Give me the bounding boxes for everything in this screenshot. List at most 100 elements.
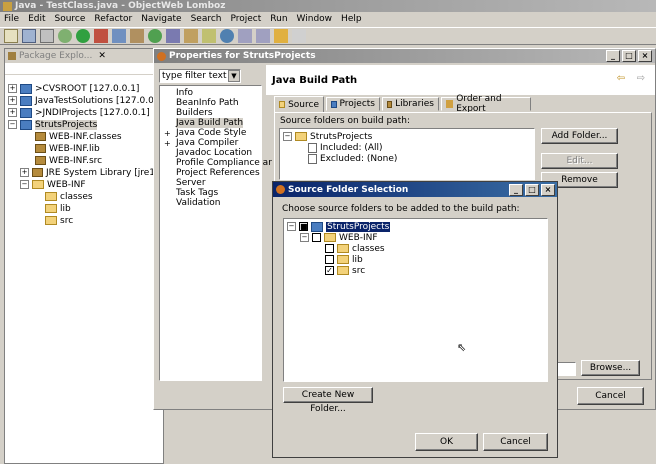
- nav-item-task-tags[interactable]: Task Tags: [176, 188, 218, 198]
- menu-refactor[interactable]: Refactor: [94, 14, 132, 24]
- cancel-button[interactable]: Cancel: [483, 433, 548, 451]
- menu-window[interactable]: Window: [297, 14, 333, 24]
- new-package-icon[interactable]: [130, 29, 144, 43]
- expand-icon[interactable]: +: [164, 129, 171, 138]
- debug-icon[interactable]: [58, 29, 72, 43]
- tree-item[interactable]: src: [45, 215, 73, 226]
- expand-icon[interactable]: +: [8, 108, 17, 117]
- prev-annotation-icon[interactable]: [238, 29, 252, 43]
- cancel-button[interactable]: Cancel: [577, 387, 644, 405]
- tree-item-selected[interactable]: − ■ StrutsProjects: [287, 221, 391, 232]
- tree-item[interactable]: − WEB-INF: [300, 232, 378, 243]
- maximize-icon[interactable]: □: [622, 50, 636, 62]
- tree-item[interactable]: Included: (All): [308, 142, 383, 153]
- tree-item[interactable]: WEB-INF.src: [35, 155, 102, 166]
- maximize-icon[interactable]: □: [525, 183, 539, 196]
- menu-project[interactable]: Project: [230, 14, 261, 24]
- collapse-icon[interactable]: −: [8, 120, 17, 129]
- tree-item[interactable]: − WEB-INF: [20, 179, 86, 190]
- forward-icon[interactable]: ⇨: [637, 73, 645, 84]
- collapse-icon[interactable]: −: [287, 222, 296, 231]
- checkbox[interactable]: ✓: [325, 266, 334, 275]
- tree-item[interactable]: ✓ src: [325, 265, 365, 276]
- expand-icon[interactable]: +: [8, 84, 17, 93]
- chevron-down-icon[interactable]: ▼: [228, 70, 240, 82]
- menu-edit[interactable]: Edit: [28, 14, 45, 24]
- nav-item-java-code-style[interactable]: Java Code Style: [176, 128, 246, 138]
- search-icon[interactable]: [202, 29, 216, 43]
- collapse-icon[interactable]: −: [300, 233, 309, 242]
- filter-input[interactable]: type filter text ▼: [159, 69, 241, 83]
- menu-run[interactable]: Run: [270, 14, 287, 24]
- menu-file[interactable]: File: [4, 14, 19, 24]
- minimize-icon[interactable]: _: [509, 183, 523, 196]
- checkbox[interactable]: ■: [299, 222, 308, 231]
- globe-icon[interactable]: [220, 29, 234, 43]
- back-icon[interactable]: ⇦: [617, 73, 625, 84]
- source-folder-selection-dialog: Source Folder Selection _ □ × Choose sou…: [272, 181, 558, 458]
- expand-icon[interactable]: +: [164, 139, 171, 148]
- collapse-icon[interactable]: −: [283, 132, 292, 141]
- nav-item-javadoc-location[interactable]: Javadoc Location: [176, 148, 252, 158]
- tree-item[interactable]: + >CVSROOT [127.0.0.1]: [8, 83, 139, 94]
- new-class-icon[interactable]: [148, 29, 162, 43]
- nav-item-validation[interactable]: Validation: [176, 198, 220, 208]
- nav-item-java-compiler[interactable]: Java Compiler: [176, 138, 238, 148]
- nav-item-java-build-path[interactable]: Java Build Path: [176, 118, 244, 128]
- nav-item-project-references[interactable]: Project References: [176, 168, 260, 178]
- tree-item[interactable]: + JRE System Library [jre1.5: [20, 167, 164, 178]
- tree-item[interactable]: + >JNDIProjects [127.0.0.1]: [8, 107, 150, 118]
- expand-icon[interactable]: +: [8, 96, 17, 105]
- checkbox[interactable]: [312, 233, 321, 242]
- tree-item[interactable]: classes: [325, 243, 385, 254]
- close-icon[interactable]: ×: [541, 183, 555, 196]
- nav-item-server[interactable]: Server: [176, 178, 206, 188]
- external-tools-icon[interactable]: [94, 29, 108, 43]
- nav-item-beaninfo-path[interactable]: BeanInfo Path: [176, 98, 239, 108]
- back-icon[interactable]: [274, 29, 288, 43]
- collapse-icon[interactable]: −: [20, 180, 29, 189]
- menu-bar: File Edit Source Refactor Navigate Searc…: [0, 12, 656, 26]
- minimize-icon[interactable]: _: [606, 50, 620, 62]
- nav-item-profile-compliance[interactable]: Profile Compliance ar: [176, 158, 272, 168]
- forward-icon[interactable]: [292, 29, 306, 43]
- expand-icon[interactable]: +: [20, 168, 29, 177]
- menu-navigate[interactable]: Navigate: [141, 14, 181, 24]
- menu-help[interactable]: Help: [341, 14, 362, 24]
- tree-item[interactable]: Excluded: (None): [308, 153, 397, 164]
- next-annotation-icon[interactable]: [256, 29, 270, 43]
- checkbox[interactable]: [325, 244, 334, 253]
- tab-source[interactable]: Source: [274, 96, 324, 112]
- save-icon[interactable]: [22, 29, 36, 43]
- tree-item[interactable]: WEB-INF.classes: [35, 131, 122, 142]
- nav-item-info[interactable]: Info: [176, 88, 193, 98]
- run-icon[interactable]: [76, 29, 90, 43]
- new-java-project-icon[interactable]: [112, 29, 126, 43]
- tab-projects[interactable]: Projects: [326, 97, 380, 111]
- open-type-icon[interactable]: [184, 29, 198, 43]
- browse-button[interactable]: Browse...: [581, 360, 640, 376]
- tab-order-and-export[interactable]: Order and Export: [441, 94, 531, 114]
- close-icon[interactable]: ✕: [98, 51, 106, 61]
- tree-item[interactable]: − StrutsProjects: [283, 131, 372, 142]
- checkbox[interactable]: [325, 255, 334, 264]
- close-icon[interactable]: ×: [638, 50, 652, 62]
- tab-libraries[interactable]: Libraries: [382, 97, 439, 111]
- create-new-folder-button[interactable]: Create New Folder...: [283, 387, 373, 414]
- menu-search[interactable]: Search: [191, 14, 222, 24]
- tree-item-selected[interactable]: − StrutsProjects: [8, 119, 98, 130]
- lomboz-icon[interactable]: [166, 29, 180, 43]
- tree-item[interactable]: lib: [45, 203, 71, 214]
- print-icon[interactable]: [40, 29, 54, 43]
- tree-item[interactable]: lib: [325, 254, 363, 265]
- menu-source[interactable]: Source: [55, 14, 86, 24]
- tree-item[interactable]: classes: [45, 191, 93, 202]
- add-folder-button[interactable]: Add Folder...: [541, 128, 618, 144]
- new-icon[interactable]: [4, 29, 18, 43]
- ok-button[interactable]: OK: [415, 433, 478, 451]
- tree-item[interactable]: WEB-INF.lib: [35, 143, 100, 154]
- tree-item-label: lib: [60, 203, 71, 214]
- edit-button[interactable]: Edit...: [541, 153, 618, 169]
- nav-item-builders[interactable]: Builders: [176, 108, 213, 118]
- tree-item[interactable]: + JavaTestSolutions [127.0.0.1]: [8, 95, 166, 106]
